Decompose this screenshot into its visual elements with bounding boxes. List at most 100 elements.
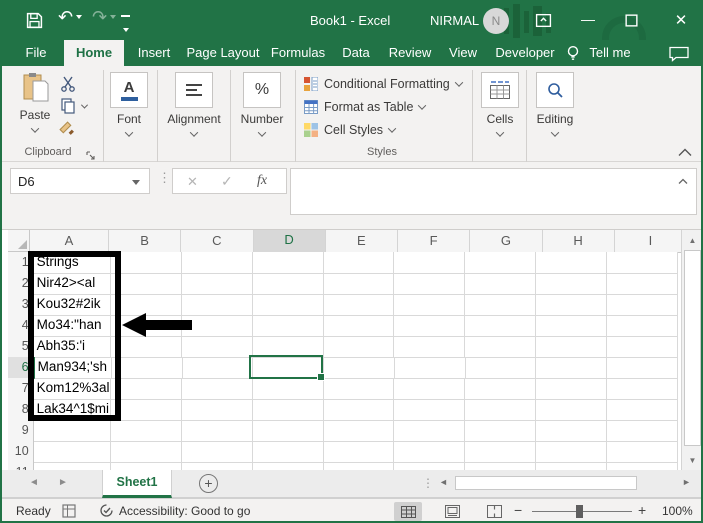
separator-dots-icon[interactable]: ⋮: [158, 170, 171, 186]
selected-cell-outline[interactable]: [249, 355, 325, 381]
cell-H8[interactable]: [536, 399, 608, 421]
name-box[interactable]: D6: [10, 168, 150, 194]
tab-developer[interactable]: Developer: [488, 40, 562, 66]
copy-dropdown-chevron[interactable]: [80, 101, 89, 109]
cell-E5[interactable]: [323, 336, 395, 358]
column-header-D[interactable]: D: [253, 230, 326, 254]
cell-I1[interactable]: [607, 252, 678, 274]
cell-E8[interactable]: [323, 399, 395, 421]
tab-review[interactable]: Review: [382, 40, 438, 66]
cell-H6[interactable]: [536, 357, 608, 379]
cell-I7[interactable]: [607, 378, 678, 400]
cell-F9[interactable]: [394, 420, 466, 442]
cell-B9[interactable]: [110, 420, 182, 442]
format-as-table-button[interactable]: Format as Table: [304, 97, 427, 117]
cell-G6[interactable]: [465, 357, 537, 379]
tab-home[interactable]: Home: [64, 40, 124, 66]
avatar[interactable]: N: [483, 8, 509, 34]
cell-H11[interactable]: [536, 462, 608, 470]
cell-G3[interactable]: [465, 294, 537, 316]
cell-D7[interactable]: [252, 378, 324, 400]
cell-F5[interactable]: [394, 336, 466, 358]
collapse-ribbon-button[interactable]: [678, 144, 692, 162]
cell-F3[interactable]: [394, 294, 466, 316]
cell-I10[interactable]: [607, 441, 678, 463]
cell-H3[interactable]: [536, 294, 608, 316]
cell-B1[interactable]: [110, 252, 182, 274]
cell-I11[interactable]: [607, 462, 678, 470]
cell-G5[interactable]: [465, 336, 537, 358]
cell-B6[interactable]: [111, 357, 183, 379]
cell-B10[interactable]: [110, 441, 182, 463]
cell-E3[interactable]: [323, 294, 395, 316]
cell-G8[interactable]: [465, 399, 537, 421]
horizontal-scroll-thumb[interactable]: [455, 476, 637, 490]
close-button[interactable]: ✕: [670, 2, 692, 40]
cell-D4[interactable]: [252, 315, 324, 337]
zoom-level[interactable]: 100%: [662, 504, 693, 518]
row-header-9[interactable]: 9: [8, 420, 34, 442]
cell-A10[interactable]: [33, 441, 111, 463]
undo-button[interactable]: ↶: [58, 7, 83, 28]
cell-A11[interactable]: [34, 462, 111, 470]
macro-record-icon[interactable]: [62, 504, 76, 518]
tab-formulas[interactable]: Formulas: [268, 40, 328, 66]
font-button[interactable]: A Font: [109, 72, 149, 137]
cell-F4[interactable]: [394, 315, 466, 337]
cell-H10[interactable]: [536, 441, 608, 463]
cell-styles-button[interactable]: Cell Styles: [304, 120, 397, 140]
format-painter-button[interactable]: [58, 120, 75, 142]
tab-data[interactable]: Data: [334, 40, 378, 66]
paste-button[interactable]: Paste: [14, 72, 56, 133]
scroll-up-icon[interactable]: ▲: [682, 236, 701, 245]
enter-icon[interactable]: ✓: [221, 173, 233, 190]
cell-C8[interactable]: [181, 399, 253, 421]
row-header-10[interactable]: 10: [8, 441, 34, 463]
cell-D2[interactable]: [252, 273, 324, 295]
view-normal-button[interactable]: [394, 502, 422, 521]
copy-button[interactable]: [60, 98, 76, 119]
cell-I8[interactable]: [607, 399, 678, 421]
cell-B2[interactable]: [110, 273, 182, 295]
conditional-formatting-button[interactable]: Conditional Formatting: [304, 74, 464, 94]
maximize-button[interactable]: [624, 13, 639, 33]
zoom-slider-thumb[interactable]: [576, 505, 583, 518]
cell-C10[interactable]: [181, 441, 253, 463]
cell-E1[interactable]: [323, 252, 395, 274]
cell-E10[interactable]: [323, 441, 395, 463]
customize-quick-access-button[interactable]: [121, 15, 130, 37]
scroll-down-icon[interactable]: ▼: [682, 456, 701, 465]
tab-page-layout[interactable]: Page Layout: [182, 40, 264, 66]
cell-H7[interactable]: [536, 378, 608, 400]
cell-F8[interactable]: [394, 399, 466, 421]
cell-F10[interactable]: [394, 441, 466, 463]
cancel-icon[interactable]: ✕: [187, 174, 198, 190]
formula-bar-expand-icon[interactable]: [678, 178, 688, 185]
cell-B7[interactable]: [110, 378, 182, 400]
cell-G10[interactable]: [465, 441, 537, 463]
vertical-scroll-thumb[interactable]: [684, 250, 701, 446]
cell-G7[interactable]: [465, 378, 537, 400]
tab-splitter-icon[interactable]: ⋮: [422, 476, 434, 490]
sheet-nav-right-icon[interactable]: ►: [58, 477, 68, 488]
redo-button[interactable]: ↷: [92, 7, 117, 28]
cell-H4[interactable]: [536, 315, 608, 337]
zoom-in-button[interactable]: +: [638, 502, 646, 518]
ribbon-display-options-icon[interactable]: [535, 12, 552, 34]
cell-H1[interactable]: [536, 252, 608, 274]
row-header-11[interactable]: 11: [8, 462, 34, 470]
column-header-F[interactable]: F: [398, 230, 471, 253]
formula-input[interactable]: [290, 168, 697, 215]
cell-E7[interactable]: [323, 378, 395, 400]
zoom-out-button[interactable]: −: [514, 502, 522, 518]
view-page-layout-button[interactable]: [438, 502, 466, 521]
cell-D11[interactable]: [253, 462, 324, 470]
cell-C1[interactable]: [181, 252, 253, 274]
cell-H5[interactable]: [536, 336, 608, 358]
cell-G11[interactable]: [465, 462, 537, 470]
tab-file[interactable]: File: [14, 40, 58, 66]
cell-E6[interactable]: [324, 357, 395, 379]
cell-C9[interactable]: [181, 420, 253, 442]
cell-I3[interactable]: [607, 294, 678, 316]
tell-me-box[interactable]: Tell me: [584, 40, 636, 66]
